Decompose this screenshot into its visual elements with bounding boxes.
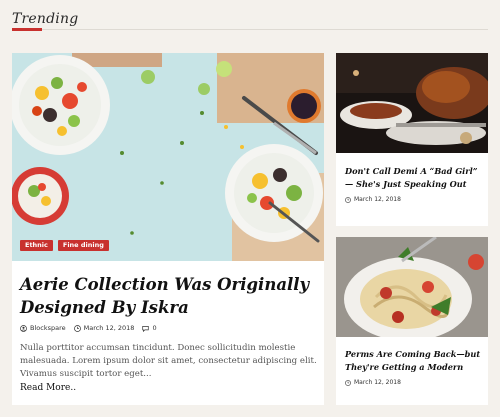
- featured-post-image[interactable]: [12, 53, 324, 261]
- section-title: Trending: [12, 11, 79, 27]
- comment-icon: [142, 325, 150, 332]
- read-more-link[interactable]: Read More..: [20, 383, 76, 393]
- side-post-image[interactable]: [336, 53, 488, 153]
- tag-ethnic[interactable]: Ethnic: [20, 240, 53, 252]
- author-name: Blockspare: [30, 324, 66, 332]
- side-post-card[interactable]: Perms Are Coming Back—but They're Gettin…: [336, 237, 488, 405]
- clock-icon: [345, 379, 351, 386]
- side-post-card[interactable]: Don't Call Demi A “Bad Girl” — She's Jus…: [336, 53, 488, 226]
- tag-fine-dining[interactable]: Fine dining: [57, 240, 109, 252]
- comment-count: 0: [152, 324, 157, 332]
- side-post-date: March 12, 2018: [345, 379, 401, 386]
- post-date: March 12, 2018: [73, 324, 135, 332]
- date-text: March 12, 2018: [354, 379, 401, 386]
- user-icon: [20, 324, 27, 332]
- section-header: Trending: [12, 8, 488, 31]
- side-post-title[interactable]: Perms Are Coming Back—but They're Gettin…: [345, 348, 483, 373]
- clock-icon: [73, 324, 81, 332]
- side-post-image[interactable]: [336, 237, 488, 337]
- post-author[interactable]: Blockspare: [20, 324, 66, 332]
- featured-post-title[interactable]: Aerie Collection Was Originally Designed…: [20, 273, 316, 319]
- side-post-title[interactable]: Don't Call Demi A “Bad Girl” — She's Jus…: [345, 165, 483, 190]
- featured-post-excerpt: Nulla porttitor accumsan tincidunt. Done…: [20, 343, 317, 380]
- post-tags: Ethnic Fine dining: [20, 240, 109, 252]
- post-meta: Blockspare March 12, 2018 0: [20, 324, 157, 332]
- date-text: March 12, 2018: [354, 196, 401, 203]
- side-post-date: March 12, 2018: [345, 196, 401, 203]
- date-text: March 12, 2018: [83, 324, 135, 332]
- post-comments[interactable]: 0: [142, 324, 157, 332]
- section-title-underline: [12, 28, 42, 31]
- featured-post-card[interactable]: Ethnic Fine dining Aerie Collection Was …: [12, 53, 324, 405]
- clock-icon: [345, 196, 351, 203]
